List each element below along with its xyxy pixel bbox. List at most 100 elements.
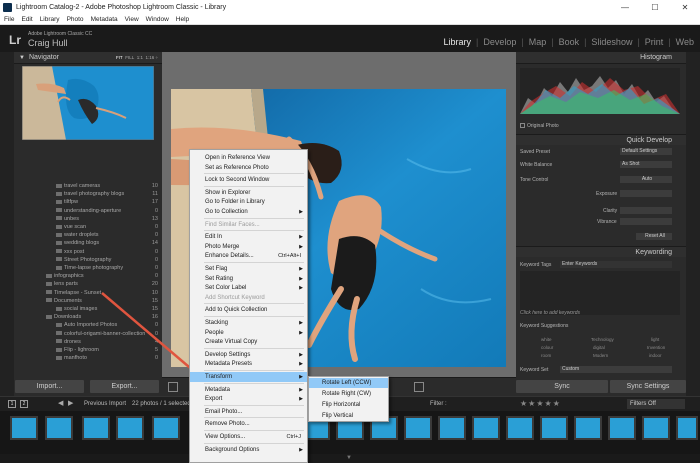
keyword-tags-select[interactable]: Enter Keywords — [560, 261, 672, 268]
folder-row[interactable]: social images 15 — [18, 306, 160, 314]
filmstrip-thumbnail[interactable] — [152, 416, 180, 440]
folder-row[interactable]: Documents 15 — [18, 298, 160, 306]
module-develop[interactable]: Develop — [483, 37, 516, 47]
export-button[interactable]: Export... — [90, 380, 159, 393]
menu-item-metadata[interactable]: Metadata ▶ — [190, 385, 307, 395]
folder-row[interactable]: Time-lapse photography 0 — [18, 265, 160, 273]
menu-file[interactable]: File — [4, 16, 14, 23]
menu-item-lock-to-second-window[interactable]: Lock to Second Window — [190, 175, 307, 185]
folder-row[interactable]: water droplets 0 — [18, 232, 160, 240]
sync-settings-button[interactable]: Sync Settings — [610, 380, 686, 393]
navigator-header[interactable]: ▼ Navigator FIT FILL 1:1 1:16 ÷ — [14, 52, 162, 64]
menu-edit[interactable]: Edit — [21, 16, 32, 23]
keyword-set-select[interactable]: Custom — [560, 366, 672, 373]
menu-item-metadata-presets[interactable]: Metadata Presets ▶ — [190, 359, 307, 369]
filmstrip-thumbnail[interactable] — [10, 416, 38, 440]
menu-item-remove-photo[interactable]: Remove Photo... — [190, 419, 307, 429]
folder-row[interactable]: wedding blogs 14 — [18, 240, 160, 248]
menu-item-view-options[interactable]: View Options... Ctrl+J — [190, 432, 307, 442]
keyword-entry-area[interactable] — [520, 271, 680, 315]
menu-item-email-photo[interactable]: Email Photo... — [190, 407, 307, 417]
vibrance-stepper[interactable] — [620, 218, 672, 225]
module-map[interactable]: Map — [529, 37, 547, 47]
menu-item-add-to-quick-collection[interactable]: Add to Quick Collection — [190, 305, 307, 315]
filmstrip-thumbnail[interactable] — [45, 416, 73, 440]
folder-row[interactable]: Auto Imported Photos 0 — [18, 322, 160, 330]
close-button[interactable]: ✕ — [670, 0, 700, 14]
folder-row[interactable]: travel cameras 10 — [18, 183, 160, 191]
folder-row[interactable]: lens parts 20 — [18, 281, 160, 289]
survey-view-icon[interactable] — [414, 382, 424, 392]
menu-library[interactable]: Library — [40, 16, 60, 23]
folder-row[interactable]: understanding-aperture 0 — [18, 208, 160, 216]
menu-view[interactable]: View — [125, 16, 139, 23]
menu-item-stacking[interactable]: Stacking ▶ — [190, 318, 307, 328]
histogram-header[interactable]: Histogram — [516, 52, 686, 64]
keyword-suggestion[interactable]: Modern — [593, 353, 608, 358]
menu-item-go-to-folder-in-library[interactable]: Go to Folder in Library — [190, 197, 307, 207]
filter-select[interactable]: Filters Off — [627, 399, 685, 409]
folder-row[interactable]: infographics 0 — [18, 273, 160, 281]
menu-item-export[interactable]: Export ▶ — [190, 394, 307, 404]
filmstrip-collapse[interactable]: ▼ — [0, 454, 700, 463]
filmstrip-thumbnail[interactable] — [506, 416, 534, 440]
exposure-stepper[interactable] — [620, 190, 672, 197]
maximize-button[interactable]: ☐ — [640, 0, 670, 14]
filmstrip-source[interactable]: Previous Import — [84, 401, 126, 407]
keyword-suggestion[interactable]: white — [541, 337, 552, 342]
add-keywords-hint[interactable]: Click here to add keywords — [520, 310, 580, 316]
keyword-suggestion[interactable]: colour — [541, 345, 553, 350]
module-slideshow[interactable]: Slideshow — [591, 37, 632, 47]
menu-item-create-virtual-copy[interactable]: Create Virtual Copy — [190, 337, 307, 347]
rating-filter-stars[interactable]: ★★★★★ — [520, 399, 561, 408]
right-panel-collapse-strip[interactable] — [686, 52, 700, 396]
submenu-item-flip-vertical[interactable]: Flip Vertical — [309, 411, 388, 421]
back-arrow-icon[interactable]: ◀ — [58, 399, 63, 407]
zoom-options[interactable]: FIT FILL 1:1 1:16 ÷ — [116, 55, 158, 60]
filmstrip-thumbnail[interactable] — [472, 416, 500, 440]
filmstrip-thumbnail[interactable] — [438, 416, 466, 440]
folder-row[interactable]: xxx post 0 — [18, 249, 160, 257]
module-book[interactable]: Book — [559, 37, 580, 47]
minimize-button[interactable]: — — [610, 0, 640, 14]
filmstrip-thumbnail[interactable] — [404, 416, 432, 440]
menu-item-background-options[interactable]: Background Options ▶ — [190, 445, 307, 455]
sync-button[interactable]: Sync — [516, 380, 608, 393]
filmstrip-thumbnail[interactable] — [82, 416, 110, 440]
import-button[interactable]: Import... — [15, 380, 84, 393]
navigator-preview[interactable] — [22, 66, 154, 140]
module-library[interactable]: Library — [443, 37, 471, 47]
filmstrip-thumbnail[interactable] — [574, 416, 602, 440]
submenu-item-rotate-left-ccw[interactable]: Rotate Left (CCW) — [309, 378, 388, 388]
keyword-suggestion[interactable]: Invention — [647, 345, 665, 350]
menu-window[interactable]: Window — [146, 16, 169, 23]
menu-item-photo-merge[interactable]: Photo Merge ▶ — [190, 242, 307, 252]
folder-row[interactable]: colorful-origami-banner-collection 0 — [18, 331, 160, 339]
filmstrip-thumbnail[interactable] — [642, 416, 670, 440]
submenu-item-flip-horizontal[interactable]: Flip Horizontal — [309, 400, 388, 410]
folder-row[interactable]: vue scan 0 — [18, 224, 160, 232]
menu-help[interactable]: Help — [176, 16, 189, 23]
tone-auto-button[interactable]: Auto — [620, 176, 672, 183]
filmstrip-thumbnail[interactable] — [676, 416, 698, 440]
menu-photo[interactable]: Photo — [67, 16, 84, 23]
keywording-header[interactable]: Keywording — [516, 246, 686, 257]
folder-row[interactable]: Timelapse - Sunset 10 — [18, 290, 160, 298]
menu-item-go-to-collection[interactable]: Go to Collection ▶ — [190, 207, 307, 217]
forward-arrow-icon[interactable]: ▶ — [68, 399, 73, 407]
folder-row[interactable]: Street Photography 0 — [18, 257, 160, 265]
menu-item-develop-settings[interactable]: Develop Settings ▶ — [190, 350, 307, 360]
quick-develop-header[interactable]: Quick Develop — [516, 134, 686, 145]
main-window-button[interactable]: 1 — [8, 400, 16, 408]
keyword-suggestion[interactable]: light — [651, 337, 659, 342]
clarity-stepper[interactable] — [620, 207, 672, 214]
folder-row[interactable]: manfhoto 0 — [18, 355, 160, 363]
module-print[interactable]: Print — [645, 37, 664, 47]
keyword-suggestion[interactable]: Technology — [591, 337, 614, 342]
white-balance-select[interactable]: As Shot — [620, 161, 672, 168]
keyword-suggestion[interactable]: room — [541, 353, 551, 358]
filmstrip-thumbnail[interactable] — [540, 416, 568, 440]
submenu-item-rotate-right-cw[interactable]: Rotate Right (CW) — [309, 389, 388, 399]
menu-item-people[interactable]: People ▶ — [190, 328, 307, 338]
menu-item-show-in-explorer[interactable]: Show in Explorer — [190, 188, 307, 198]
